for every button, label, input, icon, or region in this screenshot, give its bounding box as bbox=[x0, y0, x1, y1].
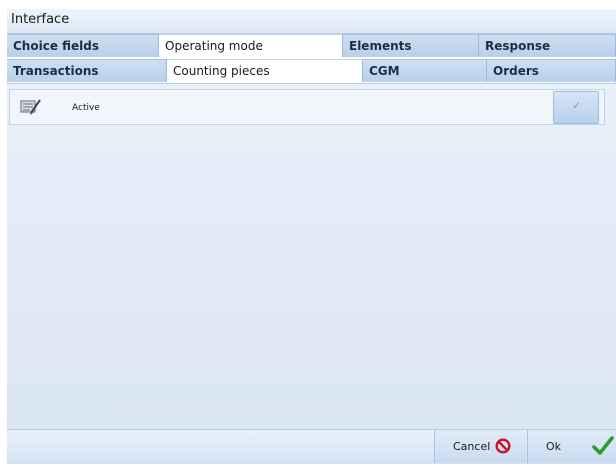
tab-response[interactable]: Response bbox=[479, 34, 616, 57]
option-row-active: Active bbox=[9, 89, 605, 125]
window-title-bar: Interface bbox=[7, 9, 616, 34]
option-label: Active bbox=[72, 103, 100, 113]
tab-row-secondary: Transactions Counting pieces CGM Orders bbox=[7, 59, 616, 82]
options-panel: Active bbox=[7, 83, 616, 429]
tab-row-primary: Choice fields Operating mode Elements Re… bbox=[7, 34, 616, 57]
ok-button[interactable]: Ok bbox=[527, 430, 616, 463]
cancel-icon bbox=[495, 438, 511, 454]
tab-elements[interactable]: Elements bbox=[343, 34, 479, 57]
ok-label: Ok bbox=[546, 440, 562, 453]
check-icon: ✓ bbox=[572, 99, 582, 112]
tab-operating-mode[interactable]: Operating mode bbox=[159, 34, 343, 57]
edit-form-icon bbox=[20, 98, 42, 116]
tab-cgm[interactable]: CGM bbox=[363, 59, 487, 82]
tab-orders[interactable]: Orders bbox=[487, 59, 616, 82]
active-toggle-button[interactable]: ✓ bbox=[553, 91, 599, 124]
window-title: Interface bbox=[11, 12, 70, 27]
tab-transactions[interactable]: Transactions bbox=[7, 59, 167, 82]
tab-choice-fields[interactable]: Choice fields bbox=[7, 34, 159, 57]
cancel-label: Cancel bbox=[453, 440, 491, 453]
checkmark-icon bbox=[592, 436, 614, 456]
cancel-button[interactable]: Cancel bbox=[434, 430, 526, 463]
tab-counting-pieces[interactable]: Counting pieces bbox=[167, 59, 363, 82]
